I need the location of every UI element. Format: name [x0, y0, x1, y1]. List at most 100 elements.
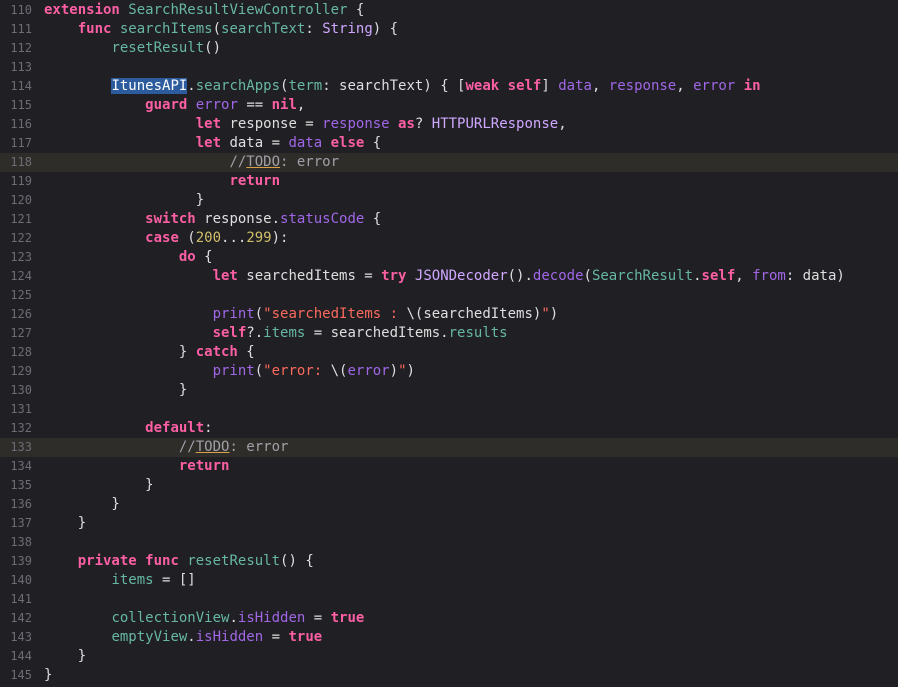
- code-text[interactable]: ItunesAPI.searchApps(term: searchText) {…: [44, 77, 761, 96]
- code-text[interactable]: }: [44, 495, 119, 514]
- code-line[interactable]: 137 }: [0, 514, 898, 533]
- code-line[interactable]: 129 print("error: \(error)"): [0, 362, 898, 381]
- code-line-highlighted[interactable]: 133 //TODO: error: [0, 438, 898, 457]
- code-text[interactable]: }: [44, 514, 86, 533]
- code-token: }: [44, 344, 196, 360]
- line-number: 116: [10, 117, 32, 131]
- code-line[interactable]: 136 }: [0, 495, 898, 514]
- code-text[interactable]: }: [44, 647, 86, 666]
- code-line[interactable]: 121 switch response.statusCode {: [0, 210, 898, 229]
- code-token: {: [347, 2, 365, 18]
- code-token: ...: [221, 230, 247, 246]
- code-text[interactable]: let searchedItems = try JSONDecoder().de…: [44, 267, 845, 286]
- line-number: 114: [10, 79, 32, 93]
- code-token: in: [743, 78, 761, 94]
- code-line[interactable]: 142 collectionView.isHidden = true: [0, 609, 898, 628]
- code-line[interactable]: 117 let data = data else {: [0, 134, 898, 153]
- code-text[interactable]: //TODO: error: [44, 153, 339, 172]
- code-token: catch: [195, 344, 238, 360]
- code-token: 200: [195, 230, 222, 246]
- code-text[interactable]: items = []: [44, 571, 195, 590]
- code-text[interactable]: guard error == nil,: [44, 96, 305, 115]
- code-line[interactable]: 120 }: [0, 191, 898, 210]
- line-number: 138: [10, 535, 32, 549]
- code-line[interactable]: 122 case (200...299):: [0, 229, 898, 248]
- code-text[interactable]: default:: [44, 419, 212, 438]
- code-line[interactable]: 141: [0, 590, 898, 609]
- code-text[interactable]: case (200...299):: [44, 229, 288, 248]
- code-line[interactable]: 124 let searchedItems = try JSONDecoder(…: [0, 267, 898, 286]
- code-text[interactable]: }: [44, 666, 52, 685]
- code-token: ": [398, 363, 407, 379]
- code-token: from: [752, 268, 786, 284]
- code-text[interactable]: }: [44, 191, 204, 210]
- code-token: {: [364, 211, 382, 227]
- code-line[interactable]: 140 items = []: [0, 571, 898, 590]
- code-line[interactable]: 143 emptyView.isHidden = true: [0, 628, 898, 647]
- code-text[interactable]: }: [44, 476, 153, 495]
- code-text[interactable]: let data = data else {: [44, 134, 381, 153]
- code-text[interactable]: do {: [44, 248, 213, 267]
- code-text[interactable]: }: [44, 381, 187, 400]
- code-token: ,: [558, 116, 567, 132]
- code-line-highlighted[interactable]: 118 //TODO: error: [0, 153, 898, 172]
- code-text[interactable]: //TODO: error: [44, 438, 289, 457]
- code-line[interactable]: 134 return: [0, 457, 898, 476]
- code-text[interactable]: } catch {: [44, 343, 255, 362]
- code-text[interactable]: return: [44, 172, 280, 191]
- code-text[interactable]: switch response.statusCode {: [44, 210, 381, 229]
- code-line[interactable]: 132 default:: [0, 419, 898, 438]
- code-line[interactable]: 130 }: [0, 381, 898, 400]
- code-token: self: [507, 78, 542, 94]
- code-token: data: [288, 135, 323, 151]
- code-token: error: [347, 363, 390, 379]
- code-line[interactable]: 145}: [0, 666, 898, 685]
- code-line[interactable]: 131: [0, 400, 898, 419]
- code-text[interactable]: return: [44, 457, 230, 476]
- code-token: {: [195, 249, 213, 265]
- code-token: weak: [465, 78, 500, 94]
- code-line[interactable]: 114 ItunesAPI.searchApps(term: searchTex…: [0, 77, 898, 96]
- code-line[interactable]: 139 private func resetResult() {: [0, 552, 898, 571]
- code-line[interactable]: 115 guard error == nil,: [0, 96, 898, 115]
- code-line[interactable]: 110 extension SearchResultViewController …: [0, 1, 898, 20]
- code-text[interactable]: print("searchedItems : \(searchedItems)"…: [44, 305, 559, 324]
- code-line[interactable]: 112 resetResult(): [0, 39, 898, 58]
- code-line[interactable]: 111 func searchItems(searchText: String)…: [0, 20, 898, 39]
- code-token: //: [178, 439, 196, 455]
- code-text[interactable]: let response = response as? HTTPURLRespo…: [44, 115, 567, 134]
- line-number: 121: [10, 212, 32, 226]
- line-number: 137: [10, 516, 32, 530]
- code-line[interactable]: 119 return: [0, 172, 898, 191]
- code-text[interactable]: extension SearchResultViewController {: [44, 1, 364, 20]
- code-line[interactable]: 144 }: [0, 647, 898, 666]
- code-text[interactable]: print("error: \(error)"): [44, 362, 415, 381]
- code-token: = searchedItems.: [305, 325, 449, 341]
- code-text[interactable]: func searchItems(searchText: String) {: [44, 20, 398, 39]
- code-line[interactable]: 125: [0, 286, 898, 305]
- code-text[interactable]: collectionView.isHidden = true: [44, 609, 364, 628]
- code-token: term: [288, 78, 323, 94]
- line-number: 144: [10, 649, 32, 663]
- code-line[interactable]: 128 } catch {: [0, 343, 898, 362]
- code-text[interactable]: private func resetResult() {: [44, 552, 314, 571]
- code-line[interactable]: 123 do {: [0, 248, 898, 267]
- code-line[interactable]: 116 let response = response as? HTTPURLR…: [0, 115, 898, 134]
- code-text[interactable]: resetResult(): [44, 39, 221, 58]
- code-line[interactable]: 135 }: [0, 476, 898, 495]
- code-line[interactable]: 113: [0, 58, 898, 77]
- line-number: 117: [10, 136, 32, 150]
- code-text[interactable]: emptyView.isHidden = true: [44, 628, 322, 647]
- code-text[interactable]: self?.items = searchedItems.results: [44, 324, 508, 343]
- code-line[interactable]: 138: [0, 533, 898, 552]
- code-line[interactable]: 126 print("searchedItems : \(searchedIte…: [0, 305, 898, 324]
- code-editor[interactable]: 110 extension SearchResultViewController …: [0, 0, 898, 687]
- code-token: nil: [271, 97, 297, 113]
- code-token: =: [305, 610, 331, 626]
- code-line[interactable]: 127 self?.items = searchedItems.results: [0, 324, 898, 343]
- code-token: guard: [145, 97, 188, 113]
